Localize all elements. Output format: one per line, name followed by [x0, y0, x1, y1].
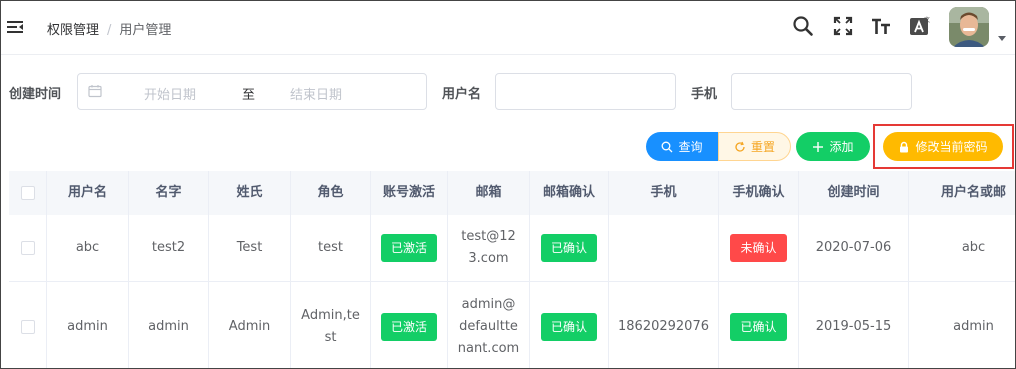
email-confirmed-badge: 已确认 [540, 234, 597, 262]
email-line: test@12 [461, 229, 516, 244]
header-phone-confirmed[interactable]: 手机确认 [719, 171, 799, 215]
query-button[interactable]: 查询 [646, 132, 718, 161]
role-line: Admin,te [301, 307, 360, 323]
navbar: 权限管理 / 用户管理 文 [1, 1, 1015, 55]
user-table: 用户名 名字 姓氏 角色 账号激活 邮箱 邮箱确认 手机 手机确认 创建时间 用… [9, 171, 1015, 368]
cell-phone: 18620292076 [609, 282, 719, 368]
breadcrumb: 权限管理 / 用户管理 [47, 19, 171, 38]
translate-icon[interactable]: 文 [909, 15, 931, 37]
fullscreen-icon[interactable] [832, 15, 854, 37]
header-created[interactable]: 创建时间 [799, 171, 909, 215]
select-all-checkbox[interactable] [20, 186, 35, 200]
header-checkbox-cell [9, 171, 47, 215]
cell-phone-confirmed: 已确认 [719, 282, 799, 368]
cell-surname: Test [209, 215, 291, 281]
header-active[interactable]: 账号激活 [371, 171, 448, 215]
cell-email-confirmed: 已确认 [530, 282, 609, 368]
start-date-input[interactable]: 开始日期 [144, 84, 196, 103]
cell-created: 2020-07-06 [799, 215, 909, 281]
header-login[interactable]: 用户名或邮 [909, 171, 1015, 215]
cell-active: 已激活 [371, 282, 448, 368]
email-line: nant.com [457, 340, 520, 356]
header-phone[interactable]: 手机 [609, 171, 719, 215]
cell-username: abc [47, 215, 129, 281]
query-label: 查询 [678, 140, 703, 154]
refresh-icon [735, 141, 745, 152]
cell-phone [609, 215, 719, 281]
cell-name: test2 [129, 215, 209, 281]
row-checkbox[interactable] [20, 241, 35, 255]
date-range-picker[interactable]: 开始日期 至 结束日期 [77, 73, 427, 110]
phone-unconfirmed-badge: 未确认 [730, 234, 787, 262]
end-date-input[interactable]: 结束日期 [290, 84, 342, 103]
cell-role: Admin,te st [291, 282, 371, 368]
range-separator: 至 [242, 88, 256, 103]
search-icon[interactable] [792, 15, 814, 37]
reset-label: 重置 [750, 140, 775, 154]
cell-email: admin@ defaultte nant.com [448, 282, 530, 368]
username-label: 用户名 [442, 87, 482, 102]
font-size-icon[interactable] [870, 15, 892, 37]
active-badge: 已激活 [380, 312, 437, 341]
header-email[interactable]: 邮箱 [448, 171, 530, 215]
svg-text:文: 文 [924, 16, 930, 24]
phone-label: 手机 [691, 87, 718, 102]
cell-email: test@12 3.com [448, 215, 530, 281]
header-role[interactable]: 角色 [291, 171, 371, 215]
reset-button[interactable]: 重置 [718, 132, 791, 161]
highlight-box [873, 124, 1014, 169]
header-surname[interactable]: 姓氏 [209, 171, 291, 215]
breadcrumb-parent[interactable]: 权限管理 [47, 23, 99, 38]
add-label: 添加 [829, 140, 854, 154]
username-input[interactable] [495, 73, 676, 110]
row-checkbox-cell [9, 215, 47, 281]
cell-created: 2019-05-15 [799, 282, 909, 368]
cell-phone-confirmed: 未确认 [719, 215, 799, 281]
email-confirmed-badge: 已确认 [540, 312, 597, 341]
cell-name: admin [129, 282, 209, 368]
avatar[interactable] [949, 7, 989, 47]
row-checkbox[interactable] [20, 319, 35, 334]
active-badge: 已激活 [380, 234, 437, 262]
cell-username: admin [47, 282, 129, 368]
cell-email-confirmed: 已确认 [530, 215, 609, 281]
calendar-icon [88, 85, 102, 98]
phone-input[interactable] [731, 73, 912, 110]
breadcrumb-current: 用户管理 [119, 23, 172, 38]
header-username[interactable]: 用户名 [47, 171, 129, 215]
table-row[interactable]: abc test2 Test test 已激活 test@12 3.com 已确… [9, 215, 1015, 282]
table-row[interactable]: admin admin Admin Admin,te st 已激活 admin@… [9, 282, 1015, 368]
cell-surname: Admin [209, 282, 291, 368]
email-line: 3.com [468, 251, 509, 266]
add-button[interactable]: 添加 [796, 132, 870, 161]
role-line: st [324, 329, 337, 345]
cell-login: admin [909, 282, 1015, 368]
email-line: admin@ [461, 296, 516, 312]
created-time-label: 创建时间 [9, 87, 62, 102]
header-name[interactable]: 名字 [129, 171, 209, 215]
breadcrumb-separator: / [107, 23, 112, 38]
plus-icon [813, 141, 824, 152]
phone-confirmed-badge: 已确认 [730, 312, 787, 341]
email-line: defaultte [459, 318, 518, 334]
cell-active: 已激活 [371, 215, 448, 281]
cell-login: abc [909, 215, 1015, 281]
row-checkbox-cell [9, 282, 47, 368]
app-window: 权限管理 / 用户管理 文 创建时间 开始日期 至 结束日期 用户名 手机 查询… [0, 0, 1016, 369]
header-email-confirmed[interactable]: 邮箱确认 [530, 171, 609, 215]
cell-role: test [291, 215, 371, 281]
table-header: 用户名 名字 姓氏 角色 账号激活 邮箱 邮箱确认 手机 手机确认 创建时间 用… [9, 171, 1015, 215]
search-icon [662, 141, 673, 152]
chevron-down-icon[interactable] [998, 36, 1006, 41]
menu-fold-icon[interactable] [7, 19, 23, 35]
